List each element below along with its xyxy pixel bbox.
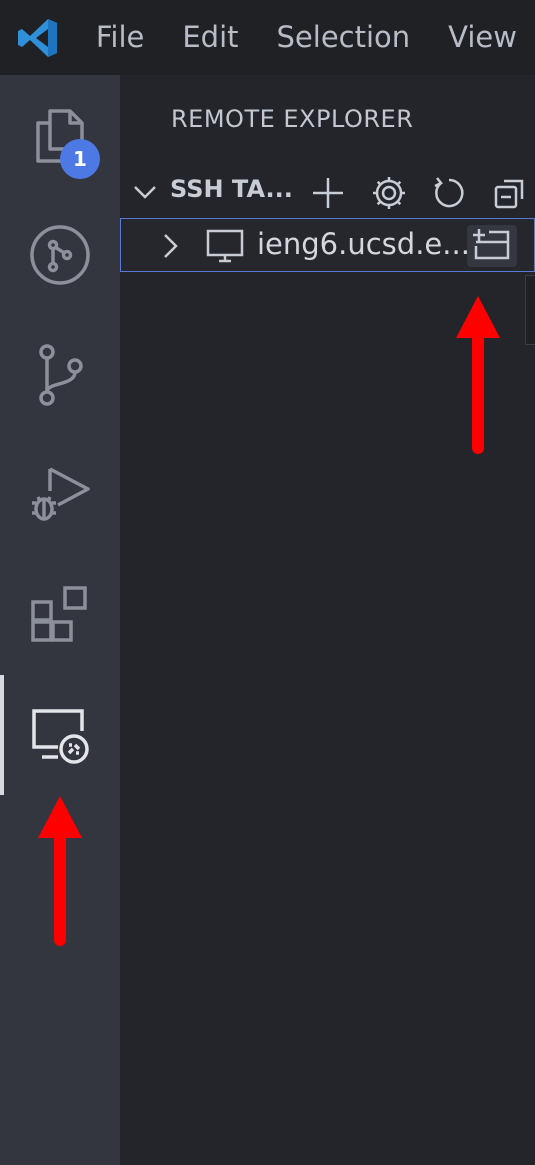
annotation-arrow-up (38, 796, 82, 946)
collapse-all-icon[interactable] (492, 175, 528, 211)
activity-bar: 1 (0, 75, 120, 1165)
remote-explorer-sidebar: REMOTE EXPLORER SSH TA... ieng6.ucsd.e..… (120, 75, 535, 1165)
chevron-down-icon[interactable] (132, 179, 158, 209)
gear-icon[interactable] (371, 175, 407, 211)
debug-icon (28, 463, 92, 527)
chevron-right-icon[interactable] (157, 231, 183, 265)
ssh-targets-section-header[interactable]: SSH TA... (120, 165, 535, 217)
annotation-arrow-up (456, 296, 500, 454)
refresh-icon[interactable] (431, 175, 467, 211)
extensions-icon (29, 584, 91, 646)
monitor-icon (205, 229, 245, 267)
activity-extensions[interactable] (0, 555, 120, 675)
ssh-target-label: ieng6.ucsd.e... (257, 227, 470, 261)
remote-explorer-icon (28, 705, 92, 765)
github-icon (29, 224, 91, 286)
activity-run-debug[interactable] (0, 435, 120, 555)
hover-tooltip-edge (525, 275, 535, 345)
open-in-new-window-button[interactable] (467, 225, 517, 267)
section-title: SSH TA... (170, 175, 293, 203)
open-in-new-window-icon (473, 227, 511, 265)
source-control-icon (30, 342, 90, 408)
menu-view[interactable]: View (428, 0, 535, 75)
explorer-badge: 1 (60, 139, 100, 179)
activity-source-control[interactable] (0, 315, 120, 435)
activity-remote-explorer[interactable] (0, 675, 120, 795)
add-icon[interactable] (310, 175, 346, 211)
ssh-target-row[interactable]: ieng6.ucsd.e... (120, 218, 535, 272)
title-bar: File Edit Selection View (0, 0, 535, 75)
menu-edit[interactable]: Edit (162, 0, 256, 75)
activity-github[interactable] (0, 195, 120, 315)
vscode-logo-icon (0, 0, 76, 75)
sidebar-title: REMOTE EXPLORER (171, 105, 414, 133)
activity-explorer[interactable]: 1 (0, 75, 120, 195)
menu-selection[interactable]: Selection (257, 0, 429, 75)
menu-file[interactable]: File (76, 0, 163, 75)
